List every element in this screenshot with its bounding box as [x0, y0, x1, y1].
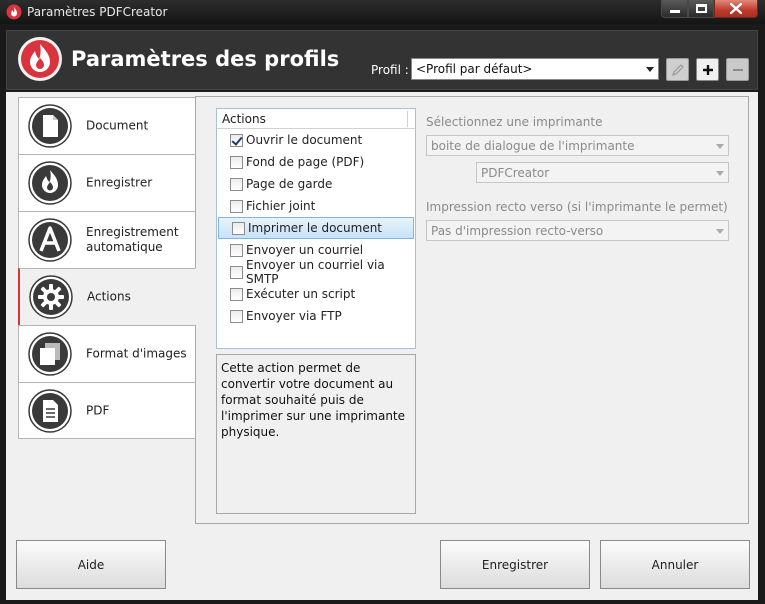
pencil-icon	[671, 63, 684, 76]
content-area: Document Enregistrer Enregistrement auto…	[6, 92, 758, 600]
profile-dropdown[interactable]: <Profil par défaut>	[411, 58, 659, 80]
printer-select-label: Sélectionnez une imprimante	[426, 115, 603, 129]
column-separator	[407, 111, 408, 127]
sidebar-item-label: Actions	[87, 289, 131, 304]
printer-mode-value: boite de dialogue de l'imprimante	[431, 139, 635, 153]
action-label: Envoyer un courriel via SMTP	[246, 258, 385, 286]
pdf-icon	[28, 389, 72, 433]
chevron-down-icon	[716, 144, 724, 149]
sidebar-item-label: Enregistrer	[86, 175, 153, 190]
pdfcreator-logo	[18, 37, 62, 81]
printer-dropdown[interactable]: PDFCreator	[476, 162, 729, 183]
pdfcreator-app-icon	[6, 4, 22, 20]
auto-save-icon	[28, 218, 72, 262]
action-send-ftp[interactable]: Envoyer via FTP	[217, 305, 415, 327]
action-label: Fichier joint	[246, 199, 316, 213]
minus-icon	[732, 68, 743, 71]
action-checkbox[interactable]	[230, 243, 243, 257]
help-button[interactable]: Aide	[16, 540, 166, 589]
action-checkbox[interactable]	[230, 133, 243, 147]
action-label: Fond de page (PDF)	[246, 155, 365, 169]
maximize-icon	[695, 4, 707, 13]
sidebar-item-label: Document	[86, 118, 149, 133]
sidebar-item-save[interactable]: Enregistrer	[18, 154, 196, 211]
sidebar-item-auto-save[interactable]: Enregistrement automatique	[18, 211, 196, 268]
window-title: Paramètres PDFCreator	[27, 5, 168, 19]
action-label: Exécuter un script	[246, 287, 356, 301]
action-open-document[interactable]: Ouvrir le document	[217, 129, 415, 151]
sidebar-item-document[interactable]: Document	[18, 97, 196, 154]
sidebar-item-label: Enregistrement automatique	[86, 225, 179, 254]
action-send-email-smtp[interactable]: Envoyer un courriel via SMTP	[217, 258, 415, 286]
action-checkbox[interactable]	[230, 287, 243, 301]
chevron-down-icon	[716, 229, 724, 234]
action-cover-page[interactable]: Page de garde	[217, 173, 415, 195]
printer-value: PDFCreator	[481, 166, 550, 180]
page-title: Paramètres des profils	[71, 47, 340, 71]
profile-label: Profil :	[371, 63, 409, 77]
remove-profile-button[interactable]	[726, 58, 749, 81]
action-description: Cette action permet de convertir votre d…	[216, 354, 416, 514]
action-label: Ouvrir le document	[246, 133, 363, 147]
action-run-script[interactable]: Exécuter un script	[217, 283, 415, 305]
sidebar-item-pdf[interactable]: PDF	[18, 382, 196, 439]
action-attachment[interactable]: Fichier joint	[217, 195, 415, 217]
action-background-pdf[interactable]: Fond de page (PDF)	[217, 151, 415, 173]
rename-profile-button[interactable]	[666, 58, 689, 81]
settings-sidebar: Document Enregistrer Enregistrement auto…	[18, 97, 196, 439]
sidebar-item-actions[interactable]: Actions	[18, 268, 196, 325]
action-label: Envoyer un courriel	[246, 243, 364, 257]
action-label: Envoyer via FTP	[246, 309, 342, 323]
sidebar-item-label: PDF	[86, 403, 110, 417]
plus-icon	[702, 64, 713, 75]
window-titlebar: Paramètres PDFCreator	[0, 0, 765, 24]
sidebar-item-label: Format d'images	[86, 346, 187, 361]
action-label: Page de garde	[246, 177, 333, 191]
printer-mode-dropdown[interactable]: boite de dialogue de l'imprimante	[426, 135, 729, 156]
duplex-label: Impression recto verso (si l'imprimante …	[426, 200, 728, 214]
cancel-button[interactable]: Annuler	[600, 540, 750, 589]
action-checkbox[interactable]	[230, 177, 243, 191]
chevron-down-icon	[646, 67, 654, 72]
action-checkbox[interactable]	[230, 155, 243, 169]
action-checkbox[interactable]	[232, 221, 245, 235]
action-checkbox[interactable]	[230, 265, 243, 279]
action-print-document[interactable]: Imprimer le document	[218, 217, 414, 239]
document-icon	[28, 104, 72, 148]
actions-list: Actions Ouvrir le document Fond de page …	[216, 108, 416, 349]
maximize-button[interactable]	[688, 0, 714, 18]
action-checkbox[interactable]	[230, 199, 243, 213]
actions-header-label: Actions	[222, 112, 266, 126]
close-button[interactable]	[714, 0, 758, 18]
minimize-button[interactable]	[661, 0, 688, 18]
add-profile-button[interactable]	[696, 58, 719, 81]
minimize-icon	[669, 10, 680, 13]
action-label: Imprimer le document	[248, 221, 383, 235]
image-format-icon	[28, 332, 72, 376]
profile-dropdown-value: <Profil par défaut>	[416, 62, 533, 76]
fire-icon	[28, 161, 72, 205]
sidebar-item-image-format[interactable]: Format d'images	[18, 325, 196, 382]
actions-list-header: Actions	[217, 109, 415, 129]
chevron-down-icon	[716, 171, 724, 176]
action-checkbox[interactable]	[230, 309, 243, 323]
duplex-dropdown[interactable]: Pas d'impression recto-verso	[426, 220, 729, 241]
save-button[interactable]: Enregistrer	[440, 540, 590, 589]
close-icon	[730, 3, 742, 14]
duplex-value: Pas d'impression recto-verso	[431, 224, 604, 238]
profile-header: Paramètres des profils Profil : <Profil …	[6, 30, 758, 90]
gear-icon	[29, 275, 73, 319]
